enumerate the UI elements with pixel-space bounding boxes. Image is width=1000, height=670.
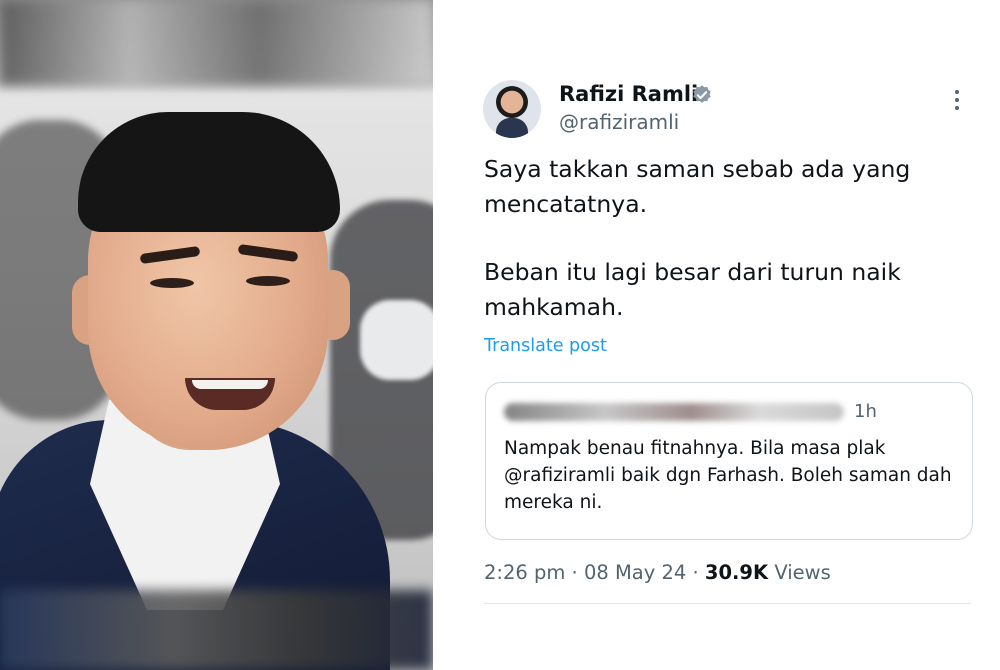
tweet-card: Rafizi Ramli @rafiziramli Saya takkan sa… (433, 0, 1000, 670)
teeth (192, 380, 268, 389)
eye-right (246, 276, 290, 286)
tweet-paragraph-2: Beban itu lagi besar dari turun naik mah… (484, 258, 901, 321)
tweet-meta: 2:26 pm · 08 May 24 · 30.9K Views (484, 561, 831, 584)
quoted-time: 1h (854, 401, 877, 422)
eye-left (150, 278, 194, 288)
hair (78, 112, 340, 232)
quoted-text: Nampak benau fitnahnya. Bila masa plak @… (504, 438, 952, 513)
quoted-tweet[interactable]: 1h Nampak benau fitnahnya. Bila masa pla… (485, 382, 973, 540)
tweet-text: Saya takkan saman sebab ada yang mencata… (484, 152, 954, 324)
speaker-photo (0, 0, 433, 670)
more-options-icon[interactable] (951, 90, 963, 116)
views-label: Views (774, 561, 831, 584)
author-handle[interactable]: @rafiziramli (559, 110, 679, 134)
background-face-mask (360, 300, 433, 380)
views-count: 30.9K (704, 561, 769, 584)
timestamp[interactable]: 2:26 pm · 08 May 24 · (484, 561, 705, 584)
quoted-author-redacted (504, 403, 844, 421)
author-avatar[interactable] (483, 80, 541, 138)
divider (484, 603, 971, 604)
translate-post-link[interactable]: Translate post (484, 336, 607, 356)
photo-blur-bottom (0, 590, 433, 670)
author-name[interactable]: Rafizi Ramli (559, 82, 698, 106)
verified-badge-icon (693, 85, 711, 103)
photo-blur-top (0, 0, 433, 85)
tweet-paragraph-1: Saya takkan saman sebab ada yang mencata… (484, 155, 911, 218)
